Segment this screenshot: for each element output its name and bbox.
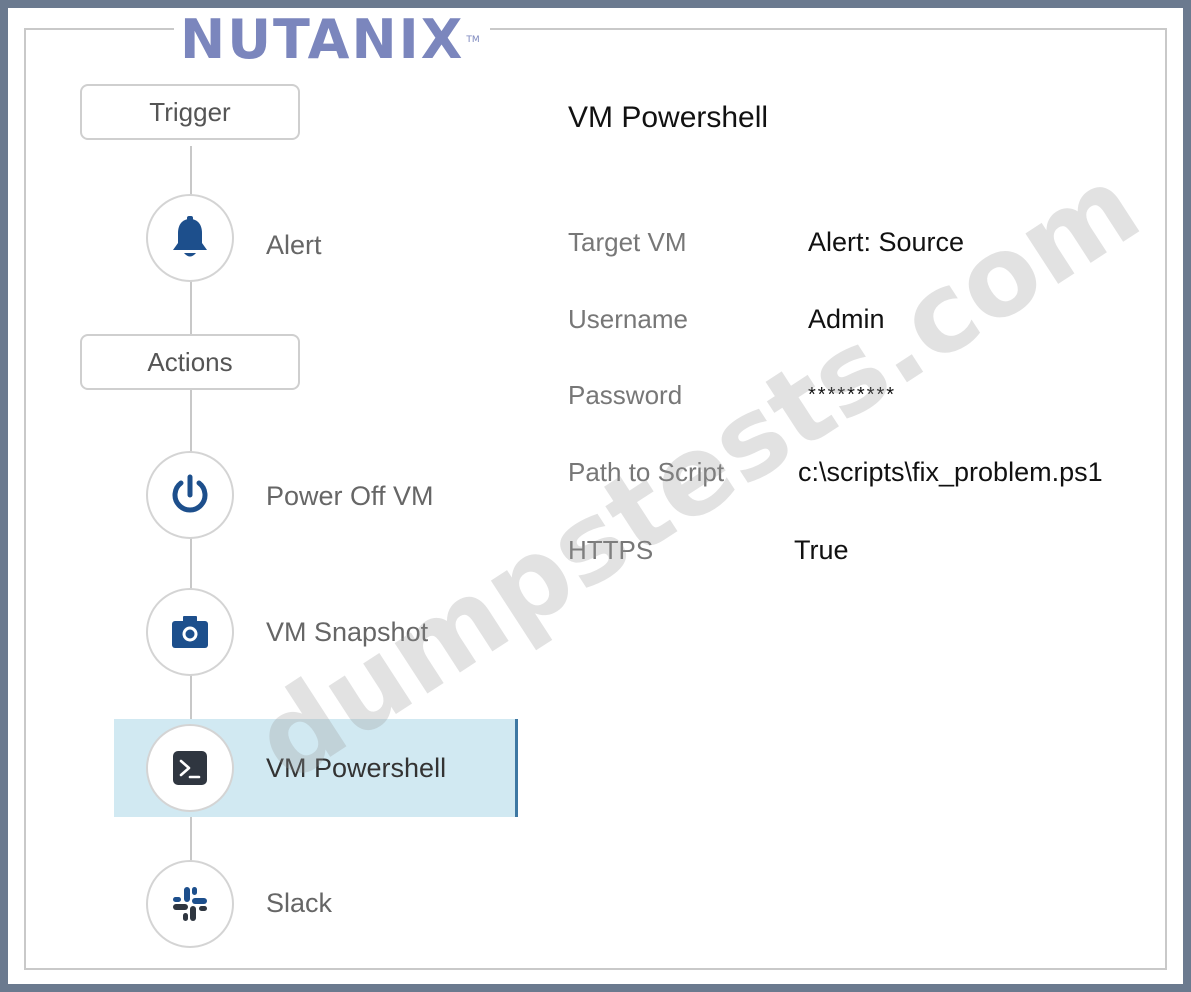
detail-panel-title: VM Powershell (568, 101, 769, 134)
field-label-https: HTTPS (568, 535, 654, 565)
bell-icon (173, 216, 207, 257)
trademark-mark: TM (466, 35, 480, 45)
slack-node[interactable] (146, 860, 234, 948)
power-icon (172, 474, 208, 513)
field-label-target-vm: Target VM (568, 227, 687, 257)
powershell-icon (173, 751, 207, 785)
action-item-vm-snapshot[interactable]: VM Snapshot (266, 612, 428, 652)
powershell-node[interactable] (146, 724, 234, 812)
field-value-username[interactable]: Admin (808, 299, 885, 339)
power-off-node[interactable] (146, 451, 234, 539)
nutanix-logo: NUTANIX TM (174, 12, 490, 68)
app-frame: NUTANIX TM Trigger Alert Actions Power Of… (8, 8, 1183, 984)
action-item-power-off-vm[interactable]: Power Off VM (266, 476, 434, 516)
camera-icon (172, 616, 208, 648)
field-label-path-to-script: Path to Script (568, 457, 725, 487)
trigger-item-alert[interactable]: Alert (266, 225, 322, 265)
logo-text: NUTANIX (180, 8, 465, 71)
action-item-vm-powershell[interactable]: VM Powershell (266, 748, 446, 788)
field-value-https[interactable]: True (794, 530, 849, 570)
trigger-section-header[interactable]: Trigger (80, 84, 300, 140)
snapshot-node[interactable] (146, 588, 234, 676)
slack-icon (173, 887, 207, 921)
field-value-path-to-script[interactable]: c:\scripts\fix_problem.ps1 (798, 452, 1103, 492)
actions-section-header[interactable]: Actions (80, 334, 300, 390)
action-item-slack[interactable]: Slack (266, 883, 332, 923)
field-label-password: Password (568, 380, 683, 410)
field-value-password[interactable]: ********* (808, 375, 896, 415)
alert-node[interactable] (146, 194, 234, 282)
field-label-username: Username (568, 304, 688, 334)
field-value-target-vm[interactable]: Alert: Source (808, 222, 964, 262)
